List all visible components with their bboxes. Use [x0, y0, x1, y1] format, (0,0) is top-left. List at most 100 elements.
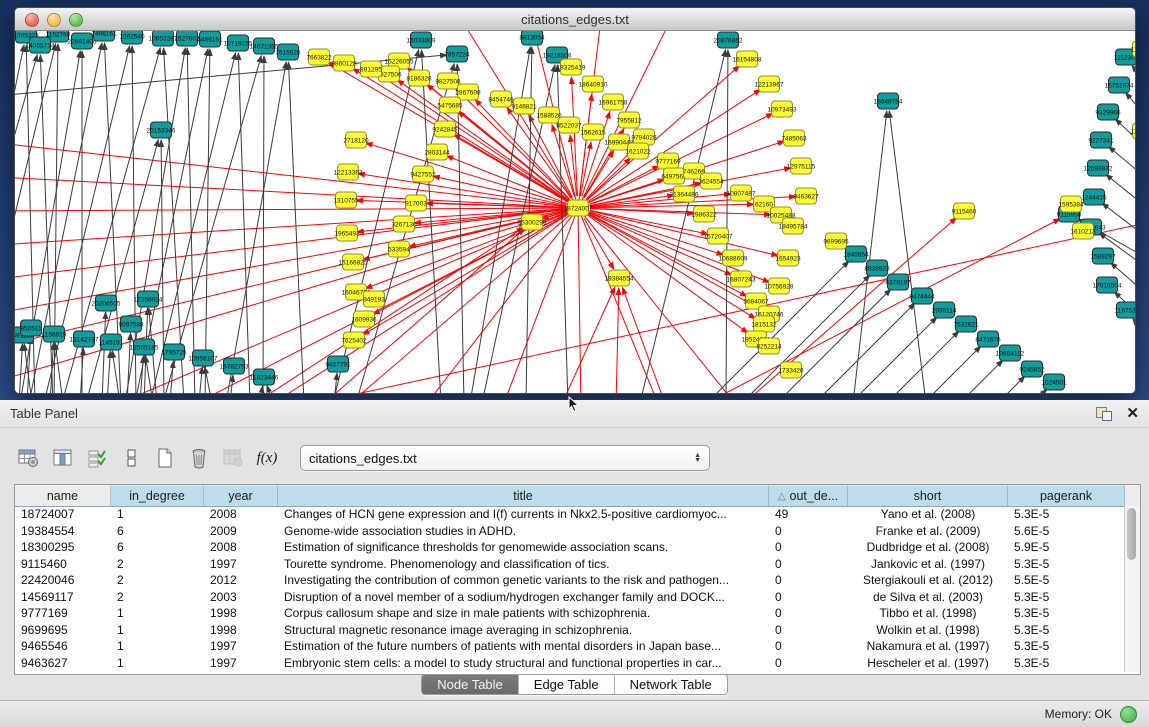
graph-node[interactable]: 14055714 [26, 37, 55, 53]
graph-node[interactable]: 6379197 [885, 274, 911, 290]
column-header-title[interactable]: title [278, 485, 769, 506]
graph-node[interactable]: 850511 [20, 320, 42, 336]
graph-node[interactable]: 1654923 [775, 250, 801, 266]
graph-node[interactable]: 16961758 [599, 94, 628, 110]
graph-node[interactable]: 1024501 [1041, 374, 1067, 390]
graph-node[interactable]: 15751874 [1105, 77, 1134, 93]
create-column-button[interactable] [14, 444, 44, 472]
graph-node[interactable]: 16154808 [733, 51, 762, 67]
graph-node[interactable]: 20876862 [714, 32, 743, 48]
table-scrollbar[interactable] [1124, 506, 1140, 672]
graph-node[interactable]: 1167533 [1115, 302, 1135, 318]
graph-node[interactable]: 7532621 [953, 316, 979, 332]
import-table-button[interactable] [218, 444, 248, 472]
graph-node[interactable]: 7625402 [341, 332, 367, 348]
graph-node[interactable]: 1156819 [42, 326, 67, 342]
graph-node[interactable]: 12975115 [787, 158, 816, 174]
graph-node[interactable]: 3267130 [391, 216, 417, 232]
graph-node[interactable]: 8471676 [975, 331, 1001, 347]
column-header-out_de[interactable]: △out_de... [769, 485, 848, 506]
tab-node-table[interactable]: Node Table [422, 675, 519, 694]
graph-node[interactable]: 1146530 [1131, 123, 1135, 139]
graph-node[interactable]: 10958107 [189, 350, 218, 366]
column-header-short[interactable]: short [848, 485, 1008, 506]
graph-node[interactable]: 949193 [363, 291, 385, 307]
table-row[interactable]: 2242004622012Investigating the contribut… [15, 572, 1125, 589]
graph-node[interactable]: 8522037 [556, 117, 582, 133]
graph-node[interactable]: 9245652 [1019, 361, 1045, 377]
graph-node[interactable]: 9097588 [118, 316, 144, 332]
graph-node[interactable]: 8186328 [406, 70, 432, 86]
graph-node[interactable]: 1840954 [843, 246, 869, 262]
graph-node[interactable]: 1589297 [1090, 248, 1116, 264]
graph-node[interactable]: 533594 [388, 241, 410, 257]
graph-node[interactable]: 15166825 [339, 254, 368, 270]
table-row[interactable]: 977716911998Corpus callosum shape and si… [15, 605, 1125, 622]
network-table-selector[interactable]: citations_edges.txt ▲▼ [300, 445, 710, 471]
graph-node[interactable]: 1733426 [778, 362, 804, 378]
graph-node[interactable]: 9427552 [410, 166, 436, 182]
zoom-window-button[interactable] [69, 13, 83, 27]
graph-node[interactable]: 2718120 [343, 132, 369, 148]
graph-node[interactable]: 917003 [405, 195, 427, 211]
graph-node[interactable]: 25300295 [518, 214, 547, 230]
graph-node[interactable]: 7955812 [616, 112, 642, 128]
graph-node[interactable]: 9115460 [952, 203, 977, 219]
window-titlebar[interactable]: citations_edges.txt [15, 8, 1135, 31]
graph-node[interactable]: 7663822 [306, 49, 332, 65]
table-row[interactable]: 911546021997Tourette syndrome. Phenomeno… [15, 556, 1125, 573]
graph-node[interactable]: 9227341 [1088, 132, 1114, 148]
graph-node[interactable]: 16033809 [407, 32, 436, 48]
graph-node[interactable]: 20153346 [147, 122, 176, 138]
table-row[interactable]: 1872400712008Changes of HCN gene express… [15, 506, 1125, 523]
graph-node[interactable]: 8938923 [864, 260, 890, 276]
tab-edge-table[interactable]: Edge Table [519, 675, 615, 694]
graph-node[interactable]: 10756928 [765, 278, 794, 294]
graph-node[interactable]: 9474444 [909, 288, 935, 304]
new-table-button[interactable] [150, 444, 180, 472]
graph-node[interactable]: 18495784 [779, 218, 808, 234]
row-height-button[interactable] [116, 444, 146, 472]
graph-node[interactable]: 1609936 [351, 311, 377, 327]
delete-table-button[interactable] [184, 444, 214, 472]
graph-node[interactable]: 9146821 [511, 98, 537, 114]
table-row[interactable]: 1830029562008Estimation of significance … [15, 539, 1125, 556]
close-panel-icon[interactable]: ✕ [1126, 407, 1139, 421]
table-row[interactable]: 1456911722003Disruption of a novel membe… [15, 589, 1125, 606]
graph-node[interactable]: 20206505 [92, 295, 121, 311]
graph-node[interactable]: 16807243 [727, 271, 756, 287]
graph-node[interactable]: 16648784 [874, 93, 903, 109]
minimize-window-button[interactable] [47, 13, 61, 27]
graph-node[interactable]: 10654112 [996, 345, 1025, 361]
column-header-pagerank[interactable]: pagerank [1008, 485, 1125, 506]
graph-node[interactable]: 1595384 [1058, 196, 1084, 212]
graph-node[interactable]: 1310755 [333, 192, 359, 208]
graph-node[interactable]: 18640910 [579, 76, 608, 92]
show-columns-button[interactable] [48, 444, 78, 472]
graph-node[interactable]: 1610213 [1070, 223, 1096, 239]
graph-node[interactable]: 8454749 [488, 91, 514, 107]
graph-node[interactable]: 18325419 [557, 59, 586, 75]
graph-node[interactable]: 17359924 [134, 291, 163, 307]
graph-node[interactable]: 6466161 [197, 31, 223, 47]
graph-node[interactable]: 18724007 [564, 200, 593, 216]
graph-node[interactable]: 9242845 [432, 121, 458, 137]
graph-node[interactable]: 1062540 [119, 31, 145, 44]
graph-node[interactable]: 5475685 [437, 97, 463, 113]
select-attributes-button[interactable] [82, 444, 112, 472]
close-window-button[interactable] [25, 13, 39, 27]
graph-node[interactable]: 9699695 [823, 233, 849, 249]
column-header-name[interactable]: name [15, 485, 111, 506]
graph-node[interactable]: 10719155 [224, 35, 253, 51]
graph-node[interactable]: 13142737 [70, 331, 99, 347]
graph-node[interactable]: 12505185 [130, 339, 159, 355]
table-row[interactable]: 969969511998Structural magnetic resonanc… [15, 622, 1125, 639]
graph-node[interactable]: 1965493 [334, 225, 360, 241]
graph-node[interactable]: 21364486 [670, 186, 699, 202]
graph-node[interactable]: 2935114 [932, 302, 957, 318]
network-canvas[interactable]: 1872400710053231152760140557142069140674… [15, 31, 1135, 393]
graph-node[interactable]: 12213967 [755, 76, 784, 92]
graph-node[interactable]: 17016504 [1093, 277, 1122, 293]
graph-node[interactable]: 19384554 [605, 270, 634, 286]
table-row[interactable]: 1938455462009Genome-wide association stu… [15, 523, 1125, 540]
